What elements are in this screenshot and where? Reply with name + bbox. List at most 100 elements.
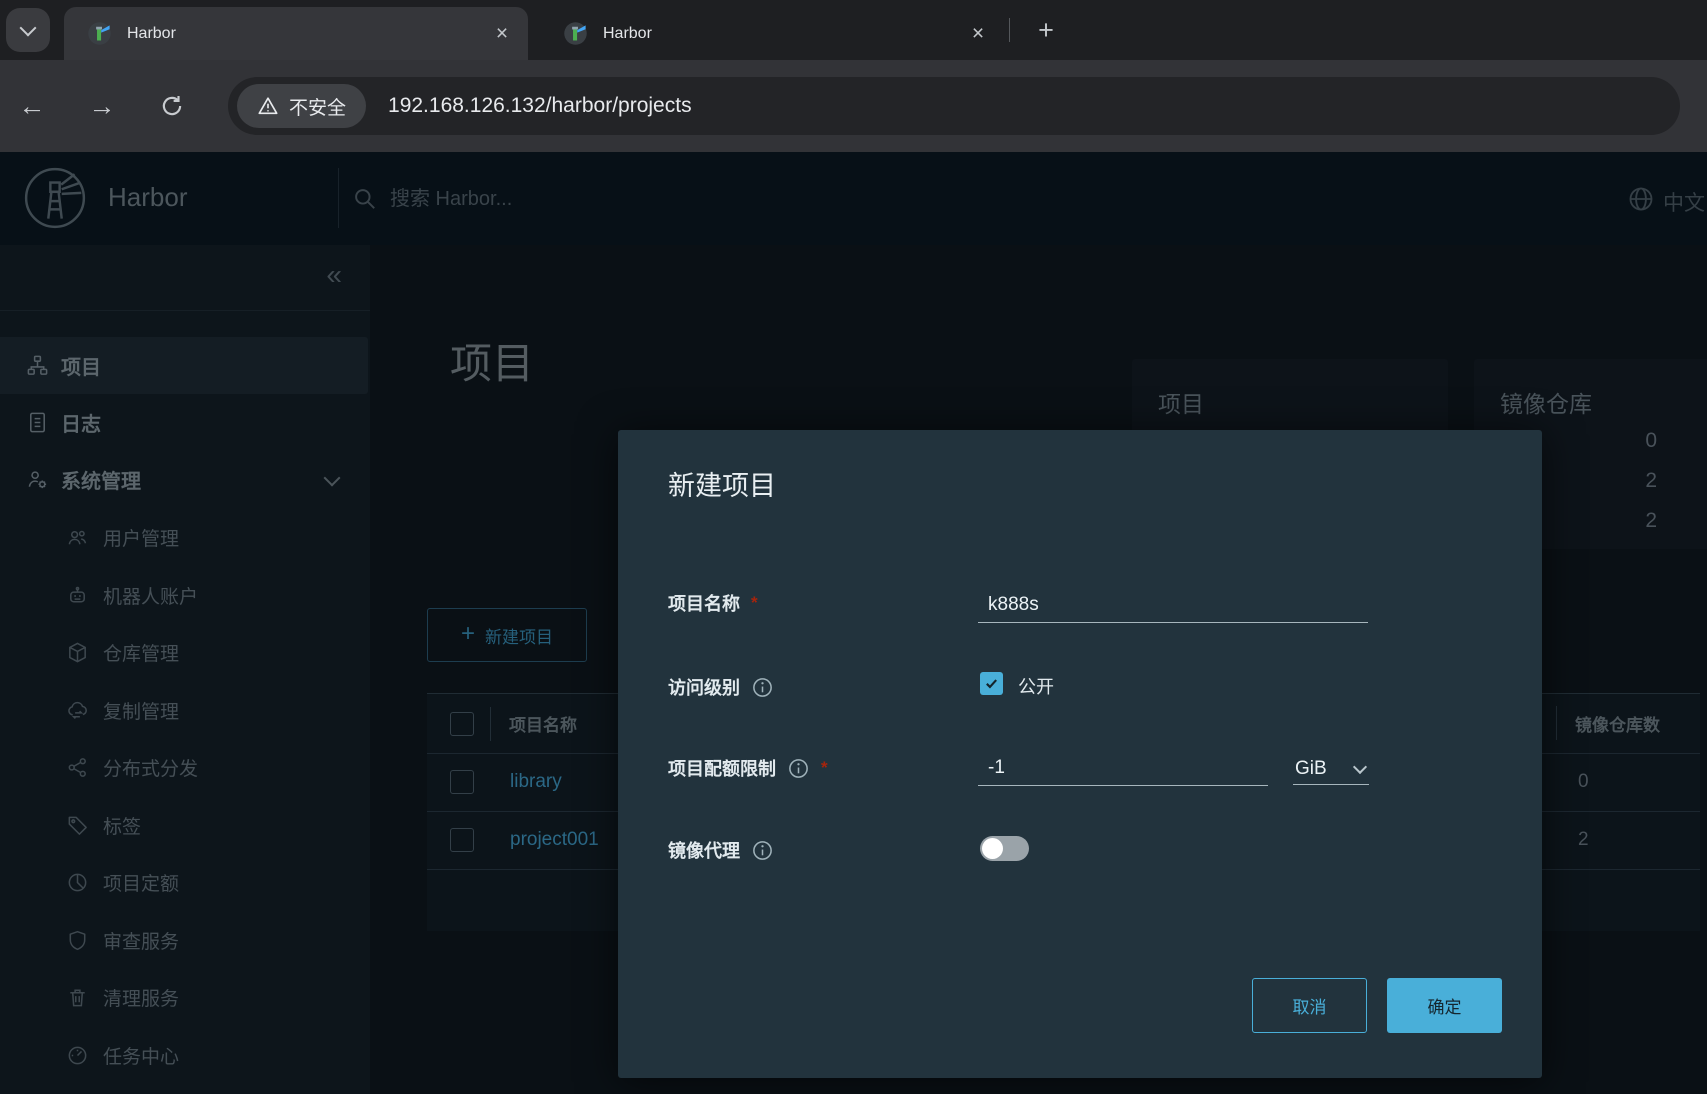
browser-toolbar: ← → 不安全 192.168.126.132/harbor/projects (0, 60, 1707, 152)
cancel-button[interactable]: 取消 (1252, 978, 1367, 1033)
column-header-repo-count: 镜像仓库数 (1575, 711, 1660, 736)
sidebar-item-label: 任务中心 (103, 1042, 179, 1069)
close-icon[interactable]: × (488, 20, 516, 48)
project-name-label: 项目名称 (668, 590, 740, 616)
repo-count-cell: 2 (1578, 829, 1589, 851)
sidebar: « 项目 日志 系统管理 (0, 245, 370, 1094)
search-input[interactable] (388, 180, 952, 218)
tab-title: Harbor (127, 25, 488, 43)
sidebar-collapse-icon[interactable]: « (326, 259, 342, 291)
required-asterisk: * (751, 593, 758, 613)
row-checkbox[interactable] (450, 828, 474, 852)
ok-button[interactable]: 确定 (1387, 978, 1502, 1033)
address-bar[interactable]: 不安全 192.168.126.132/harbor/projects (228, 77, 1680, 135)
row-checkbox[interactable] (450, 770, 474, 794)
sidebar-item-robot-accounts[interactable]: 机器人账户 (0, 567, 368, 624)
gauge-icon (66, 1044, 89, 1067)
quota-label: 项目配额限制 (668, 755, 776, 781)
info-icon[interactable] (751, 676, 774, 699)
access-level-label-row: 访问级别 (668, 674, 774, 700)
modal-title: 新建项目 (668, 464, 776, 503)
back-button[interactable]: ← (8, 82, 56, 130)
proxy-label-row: 镜像代理 (668, 837, 774, 863)
project-link[interactable]: project001 (510, 829, 599, 851)
quota-unit-value: GiB (1295, 758, 1327, 780)
sidebar-item-projects[interactable]: 项目 (0, 337, 368, 394)
new-tab-button[interactable]: + (1028, 12, 1064, 48)
pie-icon (66, 871, 89, 894)
column-separator (1556, 706, 1557, 740)
url-text[interactable]: 192.168.126.132/harbor/projects (388, 94, 692, 118)
sidebar-item-job-service[interactable]: 任务中心 (0, 1027, 368, 1084)
security-label: 不安全 (289, 93, 346, 120)
tab-title: Harbor (603, 25, 964, 43)
users-icon (66, 526, 89, 549)
card-label: 项目 (1158, 385, 1448, 419)
sidebar-item-label: 项目定额 (103, 869, 179, 896)
sidebar-item-administration[interactable]: 系统管理 (0, 451, 368, 508)
sidebar-item-distribution[interactable]: 分布式分发 (0, 739, 368, 796)
chevron-down-icon (1353, 759, 1367, 773)
select-all-checkbox[interactable] (450, 712, 474, 736)
sidebar-item-label: 分布式分发 (103, 754, 198, 781)
project-name-field-wrap (978, 590, 1368, 623)
sidebar-divider (0, 310, 370, 311)
proxy-label: 镜像代理 (668, 837, 740, 863)
new-project-modal: 新建项目 项目名称 * 访问级别 公开 项目配额限制 (618, 430, 1542, 1078)
tab-separator (1009, 18, 1010, 42)
sidebar-item-project-quotas[interactable]: 项目定额 (0, 854, 368, 911)
share-icon (66, 756, 89, 779)
sidebar-item-users[interactable]: 用户管理 (0, 509, 368, 566)
public-checkbox[interactable] (980, 672, 1003, 695)
tag-icon (66, 814, 89, 837)
chevron-down-icon (324, 469, 341, 486)
quota-label-row: 项目配额限制 * (668, 755, 828, 781)
browser-tab-active[interactable]: Harbor × (64, 7, 528, 60)
robot-icon (66, 584, 89, 607)
repo-count-cell: 0 (1578, 771, 1589, 793)
project-name-input[interactable] (978, 590, 1368, 622)
browser-tab-inactive[interactable]: Harbor × (540, 7, 1004, 60)
sidebar-item-label: 系统管理 (61, 465, 141, 494)
sidebar-item-label: 标签 (103, 812, 141, 839)
column-header-name: 项目名称 (509, 711, 577, 736)
globe-icon (1627, 185, 1655, 213)
forward-button[interactable]: → (78, 82, 126, 130)
check-icon (984, 676, 999, 691)
shield-icon (66, 929, 89, 952)
project-link[interactable]: library (510, 771, 562, 793)
proxy-toggle[interactable] (980, 836, 1029, 861)
brand-title: Harbor (108, 182, 187, 213)
cube-icon (66, 641, 89, 664)
sidebar-item-replications[interactable]: 复制管理 (0, 682, 368, 739)
sidebar-item-label: 日志 (61, 408, 101, 437)
info-icon[interactable] (751, 839, 774, 862)
reload-button[interactable] (148, 82, 196, 130)
search-icon (352, 186, 378, 212)
sidebar-item-label: 清理服务 (103, 984, 179, 1011)
language-selector[interactable]: 中文 (1663, 187, 1705, 217)
info-icon[interactable] (787, 757, 810, 780)
admin-gear-icon (26, 468, 49, 491)
new-project-button[interactable]: + 新建项目 (427, 608, 587, 662)
security-chip[interactable]: 不安全 (237, 84, 366, 128)
tab-search-button[interactable] (6, 8, 50, 52)
sidebar-item-registries[interactable]: 仓库管理 (0, 624, 368, 681)
chevron-down-icon (20, 19, 37, 36)
card-label: 镜像仓库 (1500, 385, 1707, 419)
close-icon[interactable]: × (964, 20, 992, 48)
public-checkbox-label: 公开 (1018, 673, 1054, 699)
reload-icon (159, 93, 185, 119)
sidebar-item-logs[interactable]: 日志 (0, 394, 368, 451)
quota-unit-select[interactable]: GiB (1293, 753, 1369, 785)
new-project-button-label: 新建项目 (485, 623, 553, 648)
harbor-logo[interactable] (22, 165, 88, 231)
access-level-label: 访问级别 (668, 674, 740, 700)
harbor-favicon (562, 20, 589, 47)
sidebar-item-labels[interactable]: 标签 (0, 797, 368, 854)
harbor-favicon (86, 20, 113, 47)
sidebar-item-clean-up[interactable]: 清理服务 (0, 969, 368, 1026)
sidebar-item-interrogation-services[interactable]: 审查服务 (0, 912, 368, 969)
quota-field-wrap (978, 753, 1268, 786)
quota-input[interactable] (978, 753, 1268, 785)
